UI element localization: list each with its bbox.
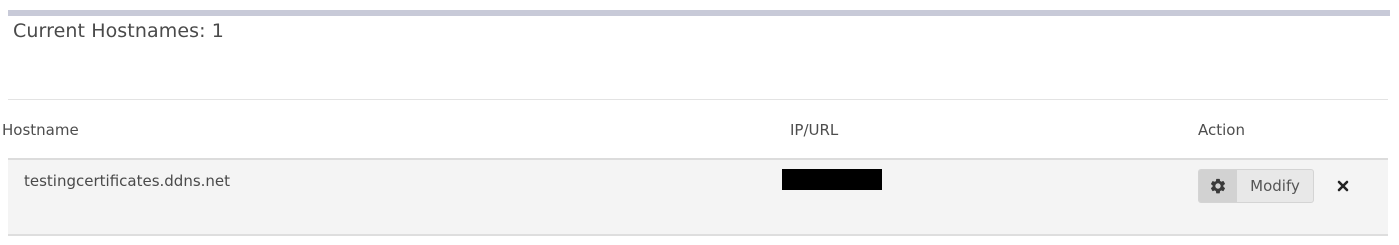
redacted-ip-url — [782, 169, 882, 190]
modify-button-label: Modify — [1250, 177, 1300, 195]
top-divider-bar — [8, 10, 1390, 16]
modify-button[interactable]: Modify — [1198, 169, 1314, 203]
column-header-hostname: Hostname — [2, 121, 79, 139]
table-header: Hostname IP/URL Action — [2, 99, 1388, 160]
page-title: Current Hostnames: 1 — [13, 20, 224, 42]
hostnames-table: Hostname IP/URL Action testingcertificat… — [2, 99, 1388, 236]
column-header-ip-url: IP/URL — [790, 121, 839, 139]
delete-button[interactable] — [1334, 177, 1352, 195]
hostname-cell[interactable]: testingcertificates.ddns.net — [24, 172, 230, 190]
table-row: testingcertificates.ddns.net Modify — [8, 160, 1388, 236]
column-header-action: Action — [1198, 121, 1245, 139]
close-icon — [1337, 177, 1349, 196]
gear-icon — [1199, 170, 1237, 202]
